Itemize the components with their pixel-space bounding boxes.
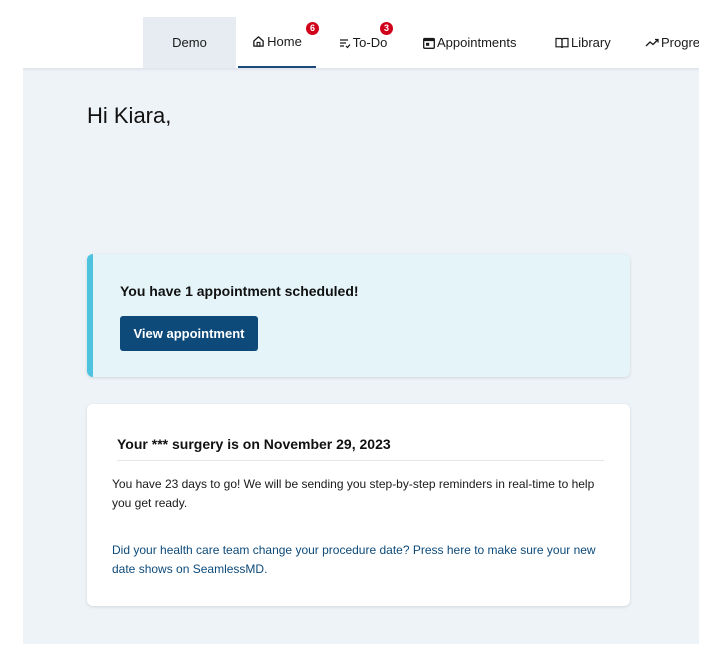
app-frame: Demo Home 6 To-Do 3 Appointments Library… <box>23 17 699 644</box>
view-appointment-button[interactable]: View appointment <box>120 316 258 351</box>
book-icon <box>555 37 569 49</box>
home-icon <box>252 35 265 48</box>
surgery-card-heading: Your *** surgery is on November 29, 2023 <box>117 436 391 452</box>
change-date-link[interactable]: Did your health care team change your pr… <box>112 541 607 579</box>
calendar-icon <box>423 37 435 49</box>
tab-home-label: Home <box>267 34 302 49</box>
tab-library[interactable]: Library <box>555 17 611 68</box>
tab-progress-label: Progre <box>661 35 699 50</box>
surgery-card-body: You have 23 days to go! We will be sendi… <box>112 477 595 510</box>
nav-demo-label: Demo <box>172 35 207 50</box>
tab-library-label: Library <box>571 35 611 50</box>
todo-badge: 3 <box>380 22 393 35</box>
tab-appointments-label: Appointments <box>437 35 517 50</box>
tab-home[interactable]: Home 6 <box>238 17 319 68</box>
checklist-icon <box>339 37 351 49</box>
tab-appointments[interactable]: Appointments <box>423 17 517 68</box>
surgery-card: Your *** surgery is on November 29, 2023… <box>87 404 630 606</box>
tab-todo[interactable]: To-Do 3 <box>335 17 393 68</box>
trend-icon <box>645 38 659 48</box>
appointment-card: You have 1 appointment scheduled! View a… <box>87 254 630 377</box>
appointment-card-title: You have 1 appointment scheduled! <box>120 283 359 299</box>
top-nav: Demo Home 6 To-Do 3 Appointments Library… <box>23 17 699 69</box>
tab-progress[interactable]: Progre <box>645 17 699 68</box>
tab-todo-label: To-Do <box>352 35 388 50</box>
surgery-card-divider <box>117 460 604 461</box>
home-badge: 6 <box>306 22 319 35</box>
nav-demo[interactable]: Demo <box>143 17 236 68</box>
greeting: Hi Kiara, <box>87 103 172 128</box>
